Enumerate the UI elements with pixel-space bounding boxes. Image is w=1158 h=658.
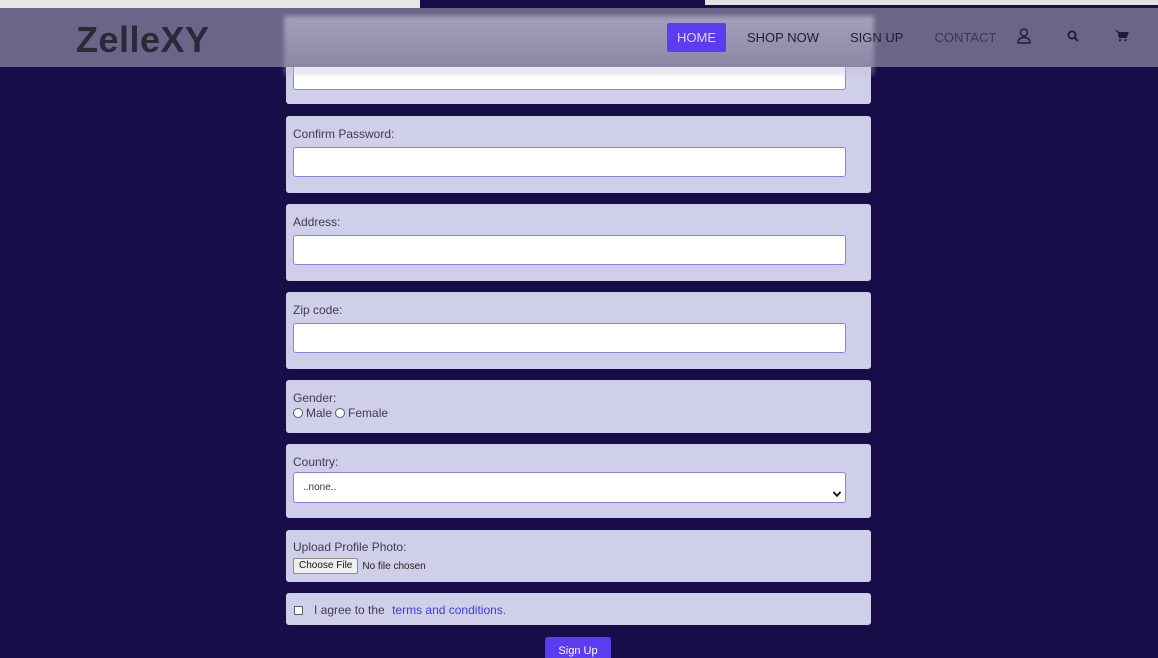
gender-male-label: Male: [306, 406, 333, 420]
gender-options: Male Female: [293, 406, 391, 420]
gender-group: Gender: Male Female: [286, 380, 871, 433]
gender-male-radio[interactable]: [293, 408, 303, 418]
zip-group: Zip code:: [286, 292, 871, 369]
nav-links: HOME SHOP NOW SIGN UP CONTACT: [667, 23, 1017, 52]
gender-label: Gender:: [293, 391, 337, 405]
terms-row: I agree to the terms and conditions.: [294, 603, 506, 617]
zip-field[interactable]: [293, 323, 846, 353]
confirm-password-group: Confirm Password:: [286, 116, 871, 193]
terms-checkbox[interactable]: [294, 605, 303, 615]
country-select[interactable]: ..none..: [293, 472, 846, 503]
terms-text: I agree to the: [314, 603, 389, 617]
nav-sign-up[interactable]: SIGN UP: [840, 23, 913, 52]
sign-up-button[interactable]: Sign Up: [545, 637, 611, 658]
country-group: Country: ..none..: [286, 444, 871, 518]
user-icon[interactable]: [1016, 27, 1032, 45]
nav-home[interactable]: HOME: [667, 23, 726, 52]
zip-label: Zip code:: [293, 303, 343, 317]
top-strip-right: [705, 0, 1158, 5]
choose-file-button[interactable]: Choose File: [293, 558, 359, 574]
address-group: Address:: [286, 204, 871, 281]
logo[interactable]: ZelleXY: [76, 19, 210, 61]
address-label: Address:: [293, 215, 341, 229]
top-strip-left: [0, 0, 420, 8]
gender-female-label: Female: [348, 406, 389, 420]
gender-female-radio[interactable]: [335, 408, 346, 418]
nav-contact[interactable]: CONTACT: [924, 23, 1006, 52]
confirm-password-label: Confirm Password:: [293, 127, 395, 141]
file-status: No file chosen: [362, 560, 426, 572]
navbar: ZelleXY HOME SHOP NOW SIGN UP CONTACT: [0, 8, 1158, 75]
photo-label: Upload Profile Photo:: [293, 540, 407, 554]
country-label: Country:: [293, 455, 339, 469]
nav-icons: [1016, 27, 1130, 45]
search-icon[interactable]: [1065, 27, 1081, 45]
country-selected-value: ..none..: [303, 482, 337, 493]
address-field[interactable]: [293, 235, 846, 265]
terms-link[interactable]: terms and conditions.: [392, 603, 506, 617]
terms-group: I agree to the terms and conditions.: [286, 593, 871, 625]
chevron-down-icon: [832, 482, 842, 511]
nav-shop-now[interactable]: SHOP NOW: [737, 23, 829, 52]
cart-icon[interactable]: [1114, 27, 1130, 45]
file-upload: Choose File No file chosen: [293, 558, 426, 574]
photo-group: Upload Profile Photo: Choose File No fil…: [286, 530, 871, 582]
confirm-password-field[interactable]: [293, 147, 846, 177]
